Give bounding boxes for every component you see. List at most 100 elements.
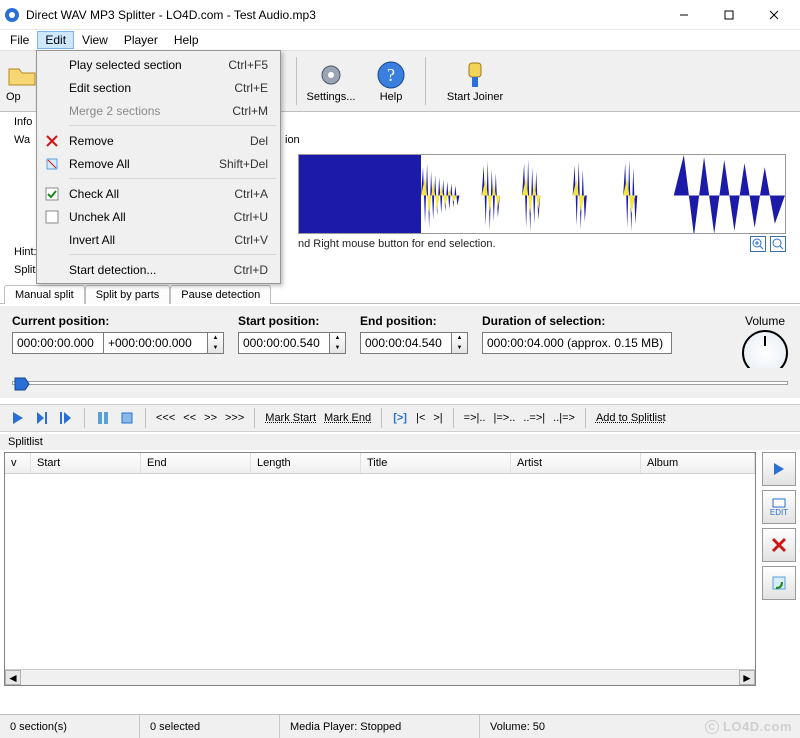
menu-uncheck-all[interactable]: Unchek All Ctrl+U — [39, 205, 278, 228]
start-spinner[interactable]: ▲▼ — [330, 332, 346, 354]
end-spinner[interactable]: ▲▼ — [452, 332, 468, 354]
goto-end-button[interactable]: >| — [431, 412, 444, 424]
col-title[interactable]: Title — [361, 453, 511, 473]
volume-label: Volume — [742, 314, 788, 328]
forward-button[interactable]: >> — [202, 412, 219, 424]
scroll-right-icon[interactable]: ► — [739, 670, 755, 685]
menu-invert-all[interactable]: Invert All Ctrl+V — [39, 228, 278, 251]
menu-separator — [69, 254, 276, 255]
remove-icon — [39, 130, 65, 152]
nav-button-4[interactable]: ..|=> — [551, 412, 577, 424]
tab-manual-split[interactable]: Manual split — [4, 285, 85, 304]
playback-slider-row — [0, 368, 800, 398]
playback-slider[interactable] — [12, 381, 788, 385]
settings-button[interactable]: Settings... — [301, 52, 361, 110]
toolbar-separator — [296, 57, 297, 105]
open-label: Op — [6, 91, 21, 103]
mark-end-button[interactable]: Mark End — [322, 412, 373, 424]
pause-button[interactable] — [93, 408, 113, 428]
slider-thumb-icon[interactable] — [13, 374, 33, 397]
side-play-button[interactable] — [762, 452, 796, 486]
col-end[interactable]: End — [141, 453, 251, 473]
splitlist-caption: Splitlist — [0, 434, 800, 450]
zoom-fit-button[interactable] — [770, 236, 786, 252]
menu-check-all[interactable]: Check All Ctrl+A — [39, 182, 278, 205]
blank-icon — [39, 259, 65, 281]
current-position-offset[interactable]: +000:00:00.000 — [104, 332, 208, 354]
goto-start-button[interactable]: |< — [414, 412, 427, 424]
scroll-track[interactable] — [21, 670, 739, 685]
menu-play-selected[interactable]: Play selected section Ctrl+F5 — [39, 53, 278, 76]
nav-button-2[interactable]: |=>.. — [491, 412, 517, 424]
nav-button-3[interactable]: ..=>| — [521, 412, 547, 424]
play-from-button[interactable] — [56, 408, 76, 428]
zoom-in-button[interactable] — [750, 236, 766, 252]
play-selection-button[interactable] — [32, 408, 52, 428]
col-artist[interactable]: Artist — [511, 453, 641, 473]
play-button[interactable] — [8, 408, 28, 428]
info-tab-partial[interactable]: Info — [14, 116, 32, 128]
menu-separator — [69, 125, 276, 126]
tab-pause-detection[interactable]: Pause detection — [170, 285, 271, 304]
forward-fast-button[interactable]: >>> — [223, 412, 246, 424]
side-edit-button[interactable]: EDIT — [762, 490, 796, 524]
current-position-group: Current position: 000:00:00.000 +000:00:… — [12, 314, 224, 354]
transport-separator — [84, 408, 85, 428]
blank-icon — [39, 229, 65, 251]
maximize-button[interactable] — [706, 1, 751, 29]
nav-button-1[interactable]: =>|.. — [462, 412, 488, 424]
menu-view[interactable]: View — [74, 31, 116, 49]
menu-start-detection[interactable]: Start detection... Ctrl+D — [39, 258, 278, 281]
side-clear-button[interactable] — [762, 566, 796, 600]
close-button[interactable] — [751, 1, 796, 29]
svg-text:?: ? — [387, 65, 395, 85]
joiner-label: Start Joiner — [447, 91, 503, 103]
wave-tab-partial[interactable]: Wa — [14, 134, 30, 146]
col-v[interactable]: v — [5, 453, 31, 473]
start-joiner-button[interactable]: Start Joiner — [430, 52, 520, 110]
grid-hscroll[interactable]: ◄ ► — [5, 669, 755, 685]
goto-selection-button[interactable]: [>] — [390, 408, 410, 428]
rewind-button[interactable]: << — [181, 412, 198, 424]
col-start[interactable]: Start — [31, 453, 141, 473]
add-to-splitlist-button[interactable]: Add to Splitlist — [594, 412, 668, 424]
menu-remove[interactable]: Remove Del — [39, 129, 278, 152]
end-position-value[interactable]: 000:00:04.540 — [360, 332, 452, 354]
menu-file[interactable]: File — [2, 31, 37, 49]
menu-player[interactable]: Player — [116, 31, 166, 49]
col-album[interactable]: Album — [641, 453, 755, 473]
side-delete-button[interactable] — [762, 528, 796, 562]
menu-edit-section[interactable]: Edit section Ctrl+E — [39, 76, 278, 99]
open-button[interactable]: Op — [0, 52, 34, 110]
col-length[interactable]: Length — [251, 453, 361, 473]
side-edit-label: EDIT — [770, 508, 788, 517]
waveform-zoom-group — [750, 236, 786, 252]
uncheck-all-icon — [39, 206, 65, 228]
split-tabs: Manual split Split by parts Pause detect… — [0, 282, 800, 304]
menu-edit[interactable]: Edit — [37, 31, 74, 49]
help-button[interactable]: ? Help — [361, 52, 421, 110]
window-title: Direct WAV MP3 Splitter - LO4D.com - Tes… — [26, 8, 661, 22]
gear-icon — [315, 59, 347, 91]
remove-all-icon — [39, 153, 65, 175]
joiner-icon — [459, 59, 491, 91]
duration-group: Duration of selection: 000:00:04.000 (ap… — [482, 314, 672, 354]
menu-help[interactable]: Help — [166, 31, 207, 49]
rewind-fast-button[interactable]: <<< — [154, 412, 177, 424]
current-position-value[interactable]: 000:00:00.000 — [12, 332, 104, 354]
start-position-value[interactable]: 000:00:00.540 — [238, 332, 330, 354]
blank-icon — [39, 77, 65, 99]
detection-tab-partial[interactable]: ion — [285, 134, 300, 146]
scroll-left-icon[interactable]: ◄ — [5, 670, 21, 685]
mark-start-button[interactable]: Mark Start — [263, 412, 318, 424]
splitlist-grid[interactable]: v Start End Length Title Artist Album ◄ … — [4, 452, 756, 686]
title-bar: Direct WAV MP3 Splitter - LO4D.com - Tes… — [0, 0, 800, 30]
waveform-hint-text: nd Right mouse button for end selection. — [298, 238, 496, 250]
minimize-button[interactable] — [661, 1, 706, 29]
tab-split-by-parts[interactable]: Split by parts — [85, 285, 171, 304]
menu-remove-all[interactable]: Remove All Shift+Del — [39, 152, 278, 175]
duration-value: 000:00:04.000 (approx. 0.15 MB) — [482, 332, 672, 354]
current-spinner[interactable]: ▲▼ — [208, 332, 224, 354]
waveform-display[interactable]: 000:00:00.000 — [298, 154, 786, 234]
stop-button[interactable] — [117, 408, 137, 428]
